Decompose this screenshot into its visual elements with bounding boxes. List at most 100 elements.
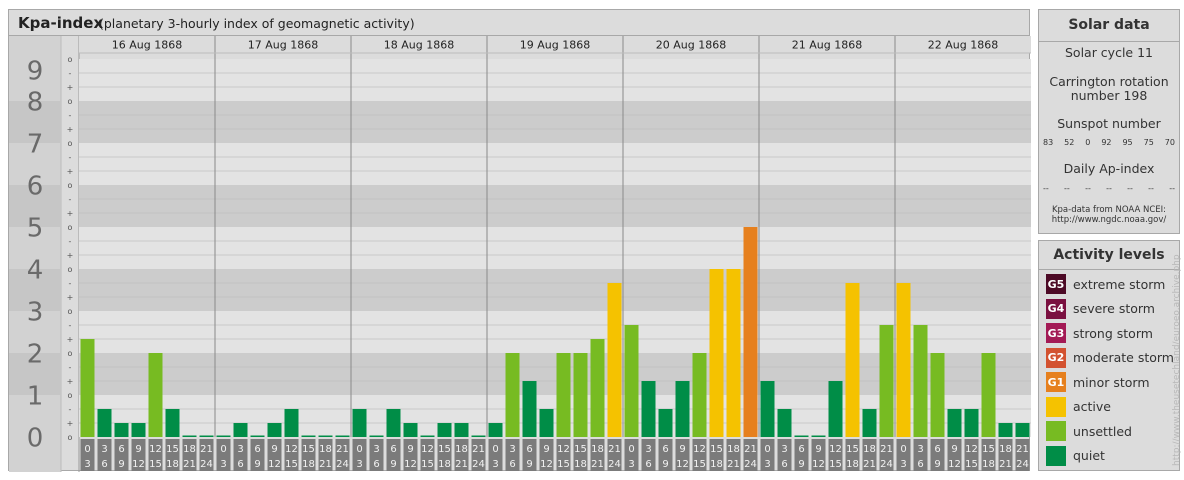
- hour-start-label: 21: [880, 444, 893, 455]
- data-source-link[interactable]: http://www.ngdc.noaa.gov/: [1039, 215, 1179, 225]
- kp-bar: [131, 423, 146, 437]
- hour-start-label: 15: [166, 444, 179, 455]
- hour-end-label: 24: [608, 459, 621, 470]
- kp-bar: [471, 435, 486, 437]
- hour-start-label: 15: [982, 444, 995, 455]
- kp-bar: [828, 381, 843, 437]
- solar-data-panel: Solar data Solar cycle 11 Carrington rot…: [1038, 9, 1180, 234]
- hour-end-label: 3: [84, 459, 90, 470]
- sunspot-value: 52: [1064, 138, 1075, 147]
- legend-item-severe-storm: G4 severe storm: [1046, 298, 1155, 319]
- hour-end-label: 15: [693, 459, 706, 470]
- y-minor-tick-label: o: [68, 55, 73, 64]
- hour-start-label: 21: [744, 444, 757, 455]
- hour-start-label: 0: [900, 444, 906, 455]
- hour-start-label: 15: [846, 444, 859, 455]
- hour-end-label: 24: [744, 459, 757, 470]
- hour-start-label: 3: [101, 444, 107, 455]
- activity-levels-title: Activity levels: [1053, 247, 1165, 263]
- kp-band: [79, 227, 1031, 269]
- hour-end-label: 3: [356, 459, 362, 470]
- kp-bar: [233, 423, 248, 437]
- legend-swatch: G3: [1046, 323, 1066, 343]
- kp-band: [79, 269, 1031, 311]
- hour-start-label: 3: [237, 444, 243, 455]
- kp-bar: [998, 423, 1013, 437]
- hour-end-label: 24: [880, 459, 893, 470]
- kp-bar: [182, 435, 197, 437]
- hour-start-label: 6: [526, 444, 532, 455]
- hour-end-label: 24: [1016, 459, 1029, 470]
- kp-bar: [80, 339, 95, 437]
- hour-end-label: 21: [319, 459, 332, 470]
- hour-end-label: 21: [863, 459, 876, 470]
- kp-band: [79, 59, 1031, 101]
- kp-bar: [335, 435, 350, 437]
- ap-value: --: [1148, 184, 1154, 193]
- hour-start-label: 9: [815, 444, 821, 455]
- kp-bar: [216, 435, 231, 437]
- hour-end-label: 9: [390, 459, 396, 470]
- hour-start-label: 21: [608, 444, 621, 455]
- y-tick-label: 2: [27, 340, 44, 370]
- hour-start-label: 12: [693, 444, 706, 455]
- y-tick-label: 1: [27, 382, 44, 412]
- legend-label: active: [1073, 399, 1111, 414]
- day-label: 22 Aug 1868: [928, 39, 998, 52]
- hour-end-label: 6: [509, 459, 515, 470]
- hour-end-label: 15: [557, 459, 570, 470]
- hour-start-label: 15: [574, 444, 587, 455]
- hour-end-label: 12: [948, 459, 961, 470]
- hour-end-label: 6: [781, 459, 787, 470]
- hour-start-label: 0: [220, 444, 226, 455]
- kp-bar: [488, 423, 503, 437]
- hour-start-label: 21: [472, 444, 485, 455]
- solar-cycle: Solar cycle 11: [1064, 45, 1153, 60]
- kp-bar: [811, 435, 826, 437]
- hour-end-label: 18: [982, 459, 995, 470]
- hour-start-label: 0: [356, 444, 362, 455]
- legend-swatch: [1046, 396, 1066, 417]
- kp-bar: [845, 282, 860, 437]
- kp-bar: [709, 269, 724, 437]
- y-minor-tick-label: -: [69, 153, 72, 162]
- sunspot-number-label: Sunspot number: [1057, 116, 1161, 131]
- hour-start-label: 18: [863, 444, 876, 455]
- hour-start-label: 12: [557, 444, 570, 455]
- kp-bar: [964, 408, 979, 437]
- hour-end-label: 24: [472, 459, 485, 470]
- y-minor-tick-label: o: [68, 391, 73, 400]
- kp-bar: [454, 423, 469, 437]
- hour-end-label: 12: [812, 459, 825, 470]
- day-label: 18 Aug 1868: [384, 39, 454, 52]
- sunspot-value: 75: [1143, 138, 1154, 147]
- hour-start-label: 15: [710, 444, 723, 455]
- legend-label: unsettled: [1073, 423, 1132, 439]
- kp-bar: [522, 381, 537, 437]
- kp-bar: [896, 282, 911, 437]
- hour-start-label: 6: [254, 444, 260, 455]
- hour-start-label: 12: [421, 444, 434, 455]
- kp-bar: [301, 435, 316, 437]
- y-tick-label: 0: [27, 424, 44, 454]
- kp-bar: [658, 408, 673, 437]
- hour-end-label: 9: [662, 459, 668, 470]
- hour-start-label: 18: [183, 444, 196, 455]
- y-minor-tick-label: +: [67, 209, 74, 218]
- hour-end-label: 21: [591, 459, 604, 470]
- y-tick-label: 9: [27, 57, 44, 87]
- ap-value: --: [1085, 184, 1091, 193]
- hour-start-label: 9: [679, 444, 685, 455]
- hour-start-label: 9: [951, 444, 957, 455]
- kp-bar: [250, 435, 265, 437]
- hour-start-label: 6: [390, 444, 396, 455]
- hour-end-label: 9: [254, 459, 260, 470]
- ap-index-values: -- -- -- -- -- -- --: [1043, 184, 1175, 193]
- day-label: 20 Aug 1868: [656, 39, 726, 52]
- hour-end-label: 12: [132, 459, 145, 470]
- hour-start-label: 18: [591, 444, 604, 455]
- carrington-rotation-label: Carrington rotation: [1049, 74, 1169, 89]
- hour-start-label: 0: [84, 444, 90, 455]
- kp-bar: [981, 353, 996, 437]
- legend-item-strong-storm: G3 strong storm: [1046, 323, 1153, 343]
